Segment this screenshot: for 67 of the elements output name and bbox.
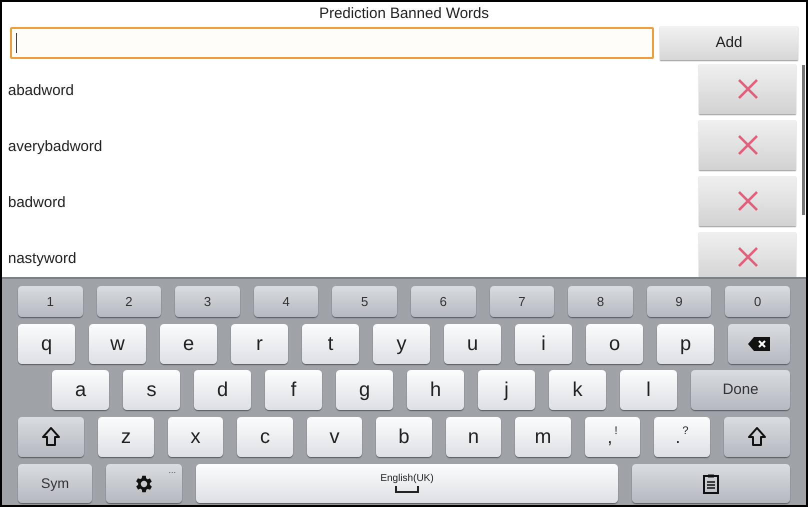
letter-key[interactable]: r [231,324,288,364]
letter-key[interactable]: i [515,324,572,364]
letter-key[interactable]: u [444,324,501,364]
letter-key[interactable]: a [52,370,109,410]
word-label: badword [8,192,67,213]
done-key[interactable]: Done [691,370,790,410]
more-indicator: ... [168,464,176,477]
number-key[interactable]: 1 [18,286,83,317]
delete-button[interactable] [699,64,796,114]
letter-key[interactable]: g [336,370,393,410]
backspace-key[interactable] [728,324,790,364]
space-key[interactable]: English(UK) [196,464,618,503]
space-icon [395,486,419,493]
letter-key[interactable]: v [306,417,362,457]
word-label: nastyword [8,248,78,269]
letter-key[interactable]: c [237,417,293,457]
letter-key[interactable]: w [89,324,146,364]
delete-button[interactable] [699,120,796,170]
number-key[interactable]: 4 [254,286,318,317]
letter-key[interactable]: l [620,370,677,410]
clipboard-icon [703,474,719,494]
letter-key[interactable]: n [446,417,502,457]
add-button[interactable]: Add [660,26,798,60]
number-key[interactable]: 8 [568,286,633,317]
shift-icon [746,426,767,448]
punctuation-key[interactable]: ,! [584,417,640,457]
input-field[interactable] [10,27,654,59]
delete-button[interactable] [699,176,796,226]
letter-key[interactable]: p [657,324,714,364]
letter-key[interactable]: q [18,324,75,364]
letter-key[interactable]: d [194,370,251,410]
letter-key[interactable]: j [478,370,535,410]
letter-key[interactable]: z [98,417,154,457]
clipboard-key[interactable] [632,464,790,503]
close-icon [736,190,758,212]
letter-key[interactable]: x [168,417,224,457]
close-icon [736,246,758,268]
letter-key[interactable]: e [160,324,217,364]
number-key[interactable]: 2 [96,286,162,317]
symbol-key[interactable]: Sym [18,464,92,503]
letter-key[interactable]: k [549,370,606,410]
shift-icon [41,426,62,448]
delete-button[interactable] [699,232,796,277]
letter-key[interactable]: s [123,370,180,410]
letter-key[interactable]: b [376,417,432,457]
letter-key[interactable]: m [515,417,571,457]
punctuation-key[interactable]: .? [654,417,710,457]
backspace-icon [748,337,770,351]
number-key[interactable]: 6 [410,286,476,317]
letter-key[interactable]: h [407,370,464,410]
page-title: Prediction Banned Words [318,4,490,24]
number-key[interactable]: 9 [646,286,712,317]
number-key[interactable]: 3 [175,286,240,317]
close-icon [736,134,758,156]
number-key[interactable]: 0 [725,286,790,317]
letter-key[interactable]: y [373,324,430,364]
settings-key[interactable]: ... [106,464,182,503]
shift-key[interactable] [18,417,84,457]
close-icon [736,78,758,100]
letter-key[interactable]: t [302,324,359,364]
number-key[interactable]: 7 [490,286,554,317]
word-label: averybadword [8,136,104,157]
shift-key[interactable] [724,417,790,457]
number-key[interactable]: 5 [332,286,397,317]
letter-key[interactable]: f [265,370,322,410]
word-label: abadword [8,80,75,101]
letter-key[interactable]: o [586,324,643,364]
